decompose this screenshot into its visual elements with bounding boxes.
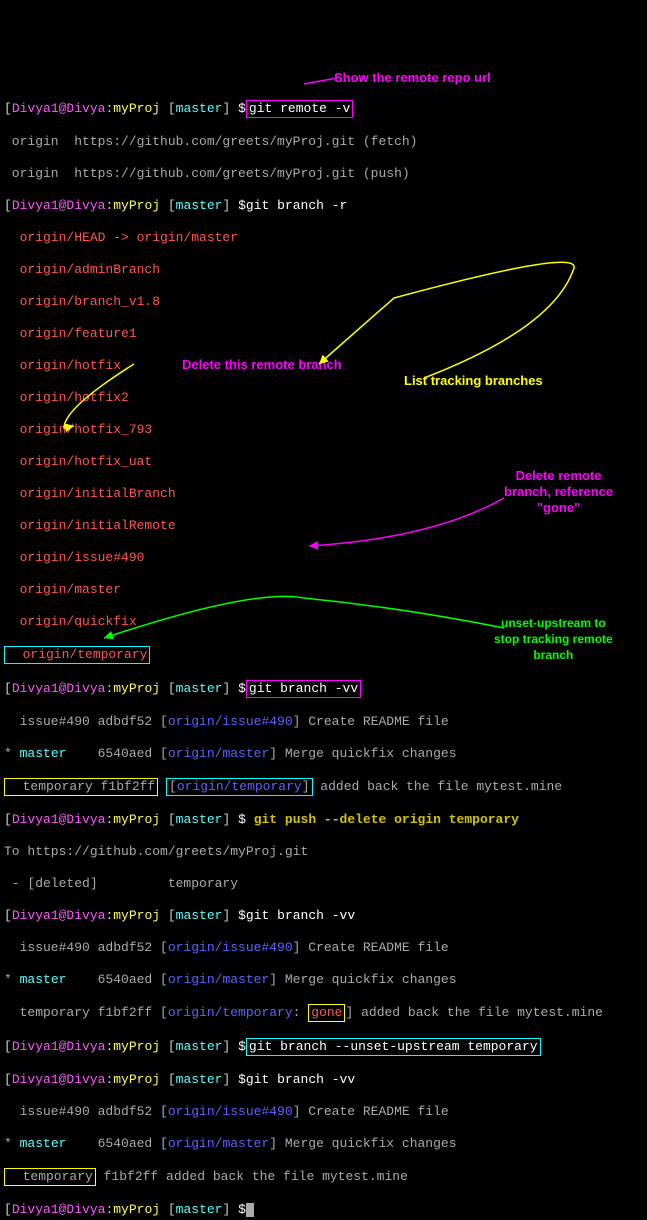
prompt-line-4: [Divya1@Divya:myProj [master] $ git push… xyxy=(4,812,643,828)
prompt-line-5: [Divya1@Divya:myProj [master] $git branc… xyxy=(4,908,643,924)
prompt-line-8[interactable]: [Divya1@Divya:myProj [master] $ xyxy=(4,1202,643,1218)
remote-branch: origin/adminBranch xyxy=(4,262,643,278)
terminal: [Divya1@Divya:myProj [master] $ git remot… xyxy=(4,68,643,1220)
cmd-git-branch-vv-3: git branch -vv xyxy=(246,1072,355,1087)
cmd-git-push-delete: git push --delete origin temporary xyxy=(246,812,519,827)
prompt-path: myProj xyxy=(113,101,160,116)
prompt-line-3: [Divya1@Divya:myProj [master] $git branc… xyxy=(4,680,643,698)
vv3-row-issue490: issue#490 adbdf52 [origin/issue#490] Cre… xyxy=(4,1104,643,1120)
cursor-icon xyxy=(246,1203,254,1217)
remote-branch: origin/master xyxy=(4,582,643,598)
prompt-line-6: [Divya1@Divya:myProj [master] $git branc… xyxy=(4,1038,643,1056)
gone-marker: gone xyxy=(308,1004,345,1022)
prompt-line-1: [Divya1@Divya:myProj [master] $git remot… xyxy=(4,100,643,118)
prompt-line-2: [Divya1@Divya:myProj [master] $git branc… xyxy=(4,198,643,214)
prompt-line-7: [Divya1@Divya:myProj [master] $git branc… xyxy=(4,1072,643,1088)
annotation-list-tracking: List tracking branches xyxy=(404,373,543,389)
annotation-delete-branch: Delete this remote branch xyxy=(182,357,342,373)
cmd-git-branch-vv-2: git branch -vv xyxy=(246,908,355,923)
remote-branch: origin/hotfix2 xyxy=(4,390,643,406)
remote-branch: origin/branch_v1.8 xyxy=(4,294,643,310)
remote-branch: origin/feature1 xyxy=(4,326,643,342)
vv-row-temporary: temporary f1bf2ff [origin/temporary] add… xyxy=(4,778,643,796)
vv2-row-issue490: issue#490 adbdf52 [origin/issue#490] Cre… xyxy=(4,940,643,956)
push-output-1: To https://github.com/greets/myProj.git xyxy=(4,844,643,860)
cmd-git-remote: git remote -v xyxy=(246,100,353,118)
output-remote-push: origin https://github.com/greets/myProj.… xyxy=(4,166,643,182)
remote-branch: origin/hotfix_793 xyxy=(4,422,643,438)
vv-row-issue490: issue#490 adbdf52 [origin/issue#490] Cre… xyxy=(4,714,643,730)
annotation-unset-upstream: unset-upstream to stop tracking remote b… xyxy=(494,615,613,663)
output-remote-fetch: origin https://github.com/greets/myProj.… xyxy=(4,134,643,150)
annotation-delete-remote: Delete remote branch, reference "gone" xyxy=(504,468,613,516)
remote-branch: origin/HEAD -> origin/master xyxy=(4,230,643,246)
cmd-unset-upstream: git branch --unset-upstream temporary xyxy=(246,1038,541,1056)
vv2-row-temporary-gone: temporary f1bf2ff [origin/temporary: gon… xyxy=(4,1004,643,1022)
prompt-branch: master xyxy=(176,101,223,116)
vv2-row-master: * master 6540aed [origin/master] Merge q… xyxy=(4,972,643,988)
cmd-git-branch-r: git branch -r xyxy=(246,198,347,213)
remote-branch: origin/initialRemote xyxy=(4,518,643,534)
push-output-2: - [deleted] temporary xyxy=(4,876,643,892)
vv3-row-master: * master 6540aed [origin/master] Merge q… xyxy=(4,1136,643,1152)
vv-row-master: * master 6540aed [origin/master] Merge q… xyxy=(4,746,643,762)
remote-branch: origin/issue#490 xyxy=(4,550,643,566)
vv3-row-temporary-nolink: temporary f1bf2ff added back the file my… xyxy=(4,1168,643,1186)
cmd-git-branch-vv: git branch -vv xyxy=(246,680,361,698)
prompt-user: Divya1@Divya xyxy=(12,101,106,116)
annotation-show-remote: Show the remote repo url xyxy=(334,70,491,86)
